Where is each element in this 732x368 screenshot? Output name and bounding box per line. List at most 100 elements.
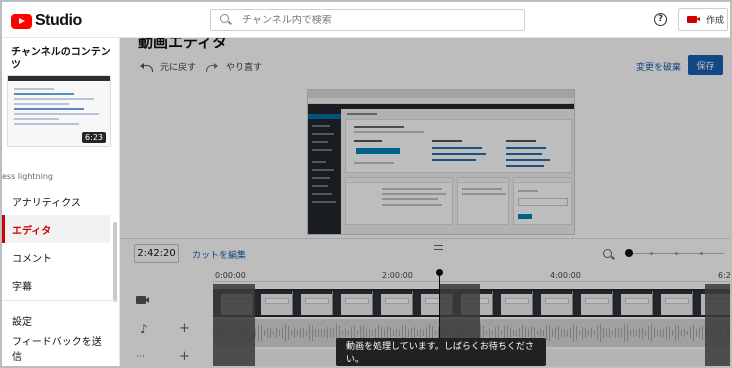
waveform-bar [345, 328, 346, 338]
waveform-bar [279, 330, 280, 336]
waveform-bar [549, 324, 550, 342]
sidebar-item-subtitles[interactable]: 字幕 [2, 271, 110, 299]
waveform-bar [690, 326, 691, 340]
waveform-bar [390, 327, 391, 339]
sidebar-item-analytics[interactable]: アナリティクス [2, 187, 110, 215]
waveform-bar [693, 325, 694, 341]
waveform-bar [606, 329, 607, 337]
thumb-line [14, 93, 74, 95]
playhead-handle[interactable] [436, 269, 443, 276]
waveform-bar [552, 328, 553, 338]
waveform-bar [609, 327, 610, 339]
waveform-bar [423, 329, 424, 337]
film-frame [573, 291, 613, 315]
waveform-bar [408, 329, 409, 337]
trim-region-left[interactable] [213, 284, 255, 366]
save-button[interactable]: 保存 [688, 55, 723, 75]
wp-link-line [506, 147, 546, 149]
search-box[interactable] [210, 9, 525, 31]
help-icon[interactable]: ? [654, 13, 667, 26]
zoom-step-dot [650, 252, 653, 255]
frame-detail [613, 294, 621, 315]
sidebar-item-editor[interactable]: エディタ [2, 215, 110, 243]
studio-logo[interactable]: Studio [11, 12, 82, 30]
frame-detail [493, 294, 501, 315]
create-label: 作成 [706, 16, 725, 26]
waveform-bar [672, 329, 673, 337]
wp-small-button [518, 214, 532, 219]
music-note-icon: ♪ [140, 322, 148, 336]
current-time-field[interactable]: 2:42:20 [134, 244, 179, 263]
youtube-logo-icon [11, 13, 32, 29]
waveform-bar [537, 330, 538, 336]
top-bar: Studio ? 作成 [2, 2, 730, 38]
waveform-bar [663, 329, 664, 337]
waveform-bar [519, 328, 520, 338]
discard-changes-button[interactable]: 変更を破棄 [636, 60, 681, 73]
frame-detail [345, 298, 369, 304]
wp-text-line [382, 188, 442, 190]
frame-detail [585, 298, 609, 304]
wp-dashboard [341, 109, 574, 234]
waveform-bar [255, 329, 256, 337]
waveform-bar [282, 326, 283, 340]
frame-detail [413, 294, 421, 315]
waveform-bar [435, 330, 436, 336]
add-track-icon[interactable]: + [179, 349, 190, 364]
waveform-bar [366, 329, 367, 337]
waveform-bar [492, 330, 493, 336]
browser-tabbar [308, 90, 574, 98]
waveform-bar [612, 330, 613, 336]
film-frame [653, 291, 693, 315]
waveform-bar [318, 329, 319, 337]
waveform-bar [348, 330, 349, 336]
search-icon [220, 14, 232, 26]
wp-text-line [506, 140, 536, 142]
ruler-line [213, 281, 730, 282]
logo-text: Studio [35, 12, 82, 29]
video-player[interactable] [307, 89, 575, 235]
trim-region-right[interactable] [705, 284, 730, 366]
wp-heading [347, 113, 377, 115]
waveform-bar [330, 328, 331, 338]
wp-widget-box [513, 177, 572, 225]
wp-menu-selected [308, 114, 341, 119]
waveform-bar [681, 330, 682, 336]
zoom-step-dot [675, 252, 678, 255]
waveform-bar [426, 327, 427, 339]
waveform-bar [636, 329, 637, 337]
resize-handle-icon[interactable] [434, 245, 443, 250]
waveform-bar [627, 325, 628, 341]
waveform-bar [264, 329, 265, 337]
waveform-bar [678, 326, 679, 340]
wp-menu-item [312, 201, 336, 203]
add-audio-icon[interactable]: + [179, 321, 190, 336]
sidebar-item-comments[interactable]: コメント [2, 243, 110, 271]
ruler-label: 0:00:00 [215, 271, 246, 280]
waveform-bar [669, 327, 670, 339]
zoom-slider-knob[interactable] [625, 249, 633, 257]
wp-widget-box [345, 177, 453, 225]
ruler-label: 4:00:00 [550, 271, 581, 280]
undo-button[interactable]: 元に戻す [140, 60, 196, 73]
video-thumbnail[interactable]: 6:23 [7, 75, 111, 147]
create-button[interactable]: 作成 [678, 8, 728, 31]
edit-cut-button[interactable]: カットを編集 [192, 248, 246, 261]
thumb-line [14, 113, 99, 115]
sidebar-title: チャンネルのコンテンツ [11, 47, 111, 71]
waveform-bar [558, 326, 559, 340]
waveform-bar [372, 330, 373, 336]
waveform-bar [273, 330, 274, 336]
redo-button[interactable]: やり直す [206, 60, 262, 73]
waveform-bar [303, 327, 304, 339]
sidebar-scrollbar[interactable] [113, 222, 117, 302]
frame-detail [625, 298, 649, 304]
search-input[interactable] [242, 14, 512, 26]
waveform-bar [258, 324, 259, 342]
video-preview-area [120, 84, 730, 238]
text-track-icon: ⋯ [136, 352, 145, 362]
sidebar-item-feedback[interactable]: フィードバックを送信 [2, 334, 110, 363]
thumb-line [14, 88, 54, 90]
sidebar-item-settings[interactable]: 設定 [2, 306, 110, 334]
processing-toast: 動画を処理しています。しばらくお待ちください。 [336, 338, 546, 366]
